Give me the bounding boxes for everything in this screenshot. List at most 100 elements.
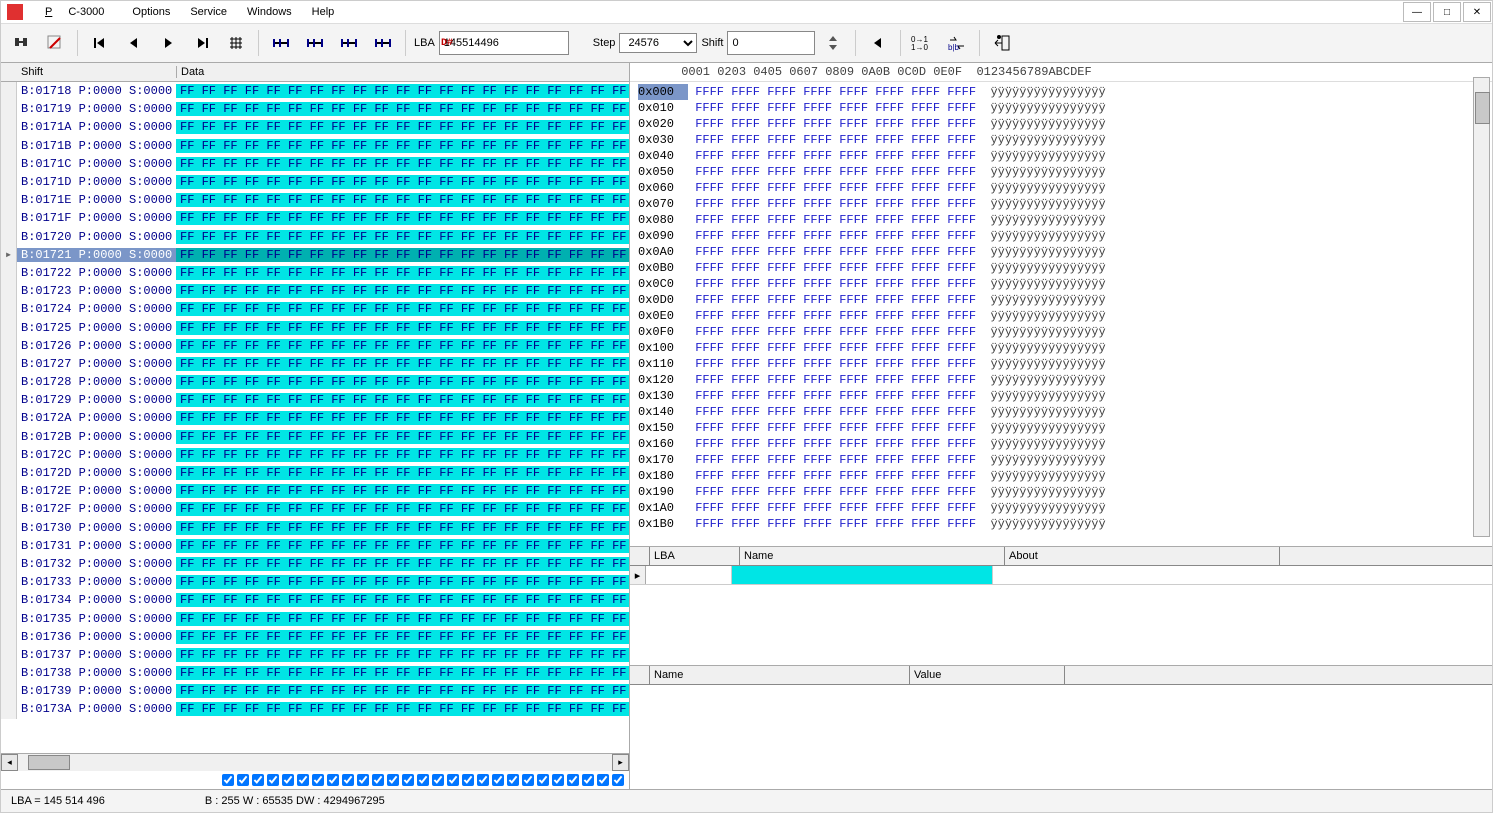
column-checkbox[interactable]: [507, 774, 519, 786]
hex-row[interactable]: 0x110 FFFF FFFF FFFF FFFF FFFF FFFF FFFF…: [638, 356, 1484, 372]
swap01-icon[interactable]: 0→11→0: [909, 29, 937, 57]
hex-row[interactable]: 0x1A0 FFFF FFFF FFFF FFFF FFFF FFFF FFFF…: [638, 500, 1484, 516]
grid-row[interactable]: B:01724 P:0000 S:0000FF FF FF FF FF FF F…: [1, 300, 629, 318]
column-checkbox[interactable]: [567, 774, 579, 786]
column-checkbox[interactable]: [402, 774, 414, 786]
hex-row[interactable]: 0x160 FFFF FFFF FFFF FFFF FFFF FFFF FFFF…: [638, 436, 1484, 452]
edit-icon[interactable]: [41, 29, 69, 57]
grid-row[interactable]: B:01735 P:0000 S:0000FF FF FF FF FF FF F…: [1, 609, 629, 627]
binoculars-icon[interactable]: [7, 29, 35, 57]
menu-options[interactable]: Options: [124, 4, 178, 20]
name-col[interactable]: Name: [740, 547, 1005, 565]
maximize-button[interactable]: □: [1433, 2, 1461, 22]
hex-row[interactable]: 0x080 FFFF FFFF FFFF FFFF FFFF FFFF FFFF…: [638, 212, 1484, 228]
grid-row[interactable]: B:0172A P:0000 S:0000FF FF FF FF FF FF F…: [1, 409, 629, 427]
close-button[interactable]: ✕: [1463, 2, 1491, 22]
grid-row[interactable]: B:0172C P:0000 S:0000FF FF FF FF FF FF F…: [1, 446, 629, 464]
hex-row[interactable]: 0x140 FFFF FFFF FFFF FFFF FFFF FFFF FFFF…: [638, 404, 1484, 420]
grid-row[interactable]: B:01718 P:0000 S:0000FF FF FF FF FF FF F…: [1, 82, 629, 100]
column-checkbox[interactable]: [357, 774, 369, 786]
grid-row[interactable]: B:0171C P:0000 S:0000FF FF FF FF FF FF F…: [1, 155, 629, 173]
nv-value-col[interactable]: Value: [910, 666, 1065, 684]
hex-row[interactable]: 0x030 FFFF FFFF FFFF FFFF FFFF FFFF FFFF…: [638, 132, 1484, 148]
column-checkbox[interactable]: [312, 774, 324, 786]
hex-row[interactable]: 0x0D0 FFFF FFFF FFFF FFFF FFFF FFFF FFFF…: [638, 292, 1484, 308]
column-checkbox[interactable]: [297, 774, 309, 786]
minimize-button[interactable]: —: [1403, 2, 1431, 22]
step-back-icon[interactable]: [864, 29, 892, 57]
hex-row[interactable]: 0x0C0 FFFF FFFF FFFF FFFF FFFF FFFF FFFF…: [638, 276, 1484, 292]
column-checkbox[interactable]: [237, 774, 249, 786]
grid-row[interactable]: B:01719 P:0000 S:0000FF FF FF FF FF FF F…: [1, 100, 629, 118]
column-checkbox[interactable]: [612, 774, 624, 786]
column-checkbox[interactable]: [477, 774, 489, 786]
grid-row[interactable]: B:0171F P:0000 S:0000FF FF FF FF FF FF F…: [1, 209, 629, 227]
col-data[interactable]: Data: [177, 66, 629, 78]
menu-windows[interactable]: Windows: [239, 4, 300, 20]
grid-row[interactable]: B:0172F P:0000 S:0000FF FF FF FF FF FF F…: [1, 500, 629, 518]
nv-name-col[interactable]: Name: [650, 666, 910, 684]
menu-service[interactable]: Service: [182, 4, 235, 20]
col-shift[interactable]: Shift: [17, 66, 177, 78]
column-checkbox[interactable]: [387, 774, 399, 786]
column-checkbox[interactable]: [462, 774, 474, 786]
grid-row[interactable]: B:0172E P:0000 S:0000FF FF FF FF FF FF F…: [1, 482, 629, 500]
column-checkbox[interactable]: [267, 774, 279, 786]
tool-hex4-icon[interactable]: [369, 29, 397, 57]
hex-row[interactable]: 0x180 FFFF FFFF FFFF FFFF FFFF FFFF FFFF…: [638, 468, 1484, 484]
grid-row[interactable]: B:0172D P:0000 S:0000FF FF FF FF FF FF F…: [1, 464, 629, 482]
grid-row[interactable]: B:01738 P:0000 S:0000FF FF FF FF FF FF F…: [1, 664, 629, 682]
column-checkbox[interactable]: [327, 774, 339, 786]
hex-row[interactable]: 0x020 FFFF FFFF FFFF FFFF FFFF FFFF FFFF…: [638, 116, 1484, 132]
about-col[interactable]: About: [1005, 547, 1280, 565]
hex-row[interactable]: 0x090 FFFF FFFF FFFF FFFF FFFF FFFF FFFF…: [638, 228, 1484, 244]
grid-row[interactable]: B:0171B P:0000 S:0000FF FF FF FF FF FF F…: [1, 137, 629, 155]
grid-row[interactable]: B:01732 P:0000 S:0000FF FF FF FF FF FF F…: [1, 555, 629, 573]
column-checkbox[interactable]: [417, 774, 429, 786]
grid-row[interactable]: B:01726 P:0000 S:0000FF FF FF FF FF FF F…: [1, 337, 629, 355]
hex-row[interactable]: 0x070 FFFF FFFF FFFF FFFF FFFF FFFF FFFF…: [638, 196, 1484, 212]
grid-row[interactable]: B:0171E P:0000 S:0000FF FF FF FF FF FF F…: [1, 191, 629, 209]
shift-input[interactable]: [727, 31, 815, 55]
grid-row[interactable]: B:0173A P:0000 S:0000FF FF FF FF FF FF F…: [1, 700, 629, 718]
h-scrollbar[interactable]: ◂▸: [1, 753, 629, 771]
hex-row[interactable]: 0x040 FFFF FFFF FFFF FFFF FFFF FFFF FFFF…: [638, 148, 1484, 164]
tool-hex2-icon[interactable]: [301, 29, 329, 57]
grid-row[interactable]: ▸B:01721 P:0000 S:0000FF FF FF FF FF FF …: [1, 246, 629, 264]
column-checkbox[interactable]: [582, 774, 594, 786]
grid-row[interactable]: B:01739 P:0000 S:0000FF FF FF FF FF FF F…: [1, 682, 629, 700]
menu-pc3000[interactable]: PC-3000: [29, 4, 120, 20]
hex-row[interactable]: 0x010 FFFF FFFF FFFF FFFF FFFF FFFF FFFF…: [638, 100, 1484, 116]
hex-row[interactable]: 0x0A0 FFFF FFFF FFFF FFFF FFFF FFFF FFFF…: [638, 244, 1484, 260]
column-checkbox[interactable]: [492, 774, 504, 786]
grid-row[interactable]: B:01731 P:0000 S:0000FF FF FF FF FF FF F…: [1, 537, 629, 555]
grid-row[interactable]: B:0171D P:0000 S:0000FF FF FF FF FF FF F…: [1, 173, 629, 191]
first-icon[interactable]: [86, 29, 114, 57]
hex-row[interactable]: 0x1B0 FFFF FFFF FFFF FFFF FFFF FFFF FFFF…: [638, 516, 1484, 532]
hex-row[interactable]: 0x170 FFFF FFFF FFFF FFFF FFFF FFFF FFFF…: [638, 452, 1484, 468]
step-select[interactable]: 24576: [619, 33, 697, 53]
hex-row[interactable]: 0x000 FFFF FFFF FFFF FFFF FFFF FFFF FFFF…: [638, 84, 1484, 100]
v-scrollbar[interactable]: [1473, 77, 1490, 537]
lba-table-row[interactable]: ▸: [630, 566, 1492, 585]
grid-row[interactable]: B:01730 P:0000 S:0000FF FF FF FF FF FF F…: [1, 519, 629, 537]
grid-row[interactable]: B:01736 P:0000 S:0000FF FF FF FF FF FF F…: [1, 628, 629, 646]
column-checkbox[interactable]: [252, 774, 264, 786]
grid-row[interactable]: B:01729 P:0000 S:0000FF FF FF FF FF FF F…: [1, 391, 629, 409]
grid-row[interactable]: B:0171A P:0000 S:0000FF FF FF FF FF FF F…: [1, 118, 629, 136]
exit-icon[interactable]: [988, 29, 1016, 57]
byteswap-icon[interactable]: b|b: [943, 29, 971, 57]
menu-help[interactable]: Help: [304, 4, 343, 20]
grid-row[interactable]: B:01720 P:0000 S:0000FF FF FF FF FF FF F…: [1, 228, 629, 246]
column-checkbox[interactable]: [447, 774, 459, 786]
hex-row[interactable]: 0x190 FFFF FFFF FFFF FFFF FFFF FFFF FFFF…: [638, 484, 1484, 500]
grid-body[interactable]: B:01718 P:0000 S:0000FF FF FF FF FF FF F…: [1, 82, 629, 753]
grid-hash-icon[interactable]: [222, 29, 250, 57]
hex-row[interactable]: 0x100 FFFF FFFF FFFF FFFF FFFF FFFF FFFF…: [638, 340, 1484, 356]
grid-row[interactable]: B:01727 P:0000 S:0000FF FF FF FF FF FF F…: [1, 355, 629, 373]
hex-row[interactable]: 0x050 FFFF FFFF FFFF FFFF FFFF FFFF FFFF…: [638, 164, 1484, 180]
grid-row[interactable]: B:0172B P:0000 S:0000FF FF FF FF FF FF F…: [1, 428, 629, 446]
hex-body[interactable]: 0x000 FFFF FFFF FFFF FFFF FFFF FFFF FFFF…: [630, 82, 1492, 546]
column-checkbox[interactable]: [432, 774, 444, 786]
tool-hex1-icon[interactable]: [267, 29, 295, 57]
